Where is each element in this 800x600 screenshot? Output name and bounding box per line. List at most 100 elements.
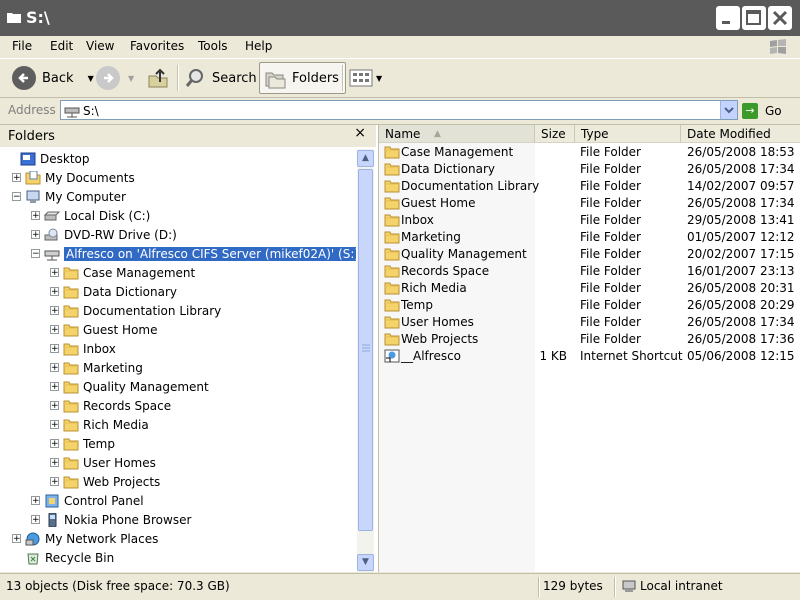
file-row[interactable]: User Homes File Folder 26/05/2008 17:34: [379, 314, 800, 331]
file-row[interactable]: Documentation Library File Folder 14/02/20…: [379, 178, 800, 195]
tree-item[interactable]: + Case Management: [50, 263, 195, 282]
expand-icon[interactable]: +: [50, 363, 59, 373]
address-input[interactable]: S:\: [60, 100, 738, 120]
tree-item[interactable]: + My Network Places: [12, 529, 158, 548]
tree-item[interactable]: + Guest Home: [50, 320, 158, 339]
expand-icon[interactable]: +: [50, 325, 59, 335]
address-dropdown-button[interactable]: [720, 101, 737, 119]
folders-button[interactable]: Folders: [259, 62, 346, 94]
expand-icon[interactable]: +: [12, 534, 21, 544]
tree-item[interactable]: + Temp: [50, 434, 115, 453]
expand-icon[interactable]: +: [50, 306, 59, 316]
expand-icon[interactable]: +: [31, 211, 40, 221]
tree-item[interactable]: + DVD-RW Drive (D:): [31, 225, 177, 244]
file-date-modified: 26/05/2008 17:34: [687, 162, 795, 176]
scroll-up-button[interactable]: ▲: [357, 150, 374, 167]
go-button[interactable]: → Go: [742, 102, 782, 120]
menu-favorites[interactable]: Favorites: [130, 39, 184, 53]
maximize-button[interactable]: [742, 6, 766, 30]
tree-item[interactable]: + Web Projects: [50, 472, 160, 491]
expand-icon[interactable]: +: [50, 287, 59, 297]
expand-icon[interactable]: +: [50, 344, 59, 354]
tree-item[interactable]: Desktop: [7, 149, 90, 168]
file-row[interactable]: Rich Media File Folder 26/05/2008 20:31: [379, 280, 800, 297]
tree-item[interactable]: + Local Disk (C:): [31, 206, 150, 225]
back-button[interactable]: Back ▼: [12, 63, 94, 93]
menu-view[interactable]: View: [86, 39, 114, 53]
expand-icon[interactable]: +: [50, 458, 59, 468]
expand-icon[interactable]: +: [31, 515, 40, 525]
expand-icon[interactable]: +: [50, 401, 59, 411]
file-row[interactable]: Inbox File Folder 29/05/2008 13:41: [379, 212, 800, 229]
column-header-type[interactable]: Type: [575, 125, 681, 143]
forward-dropdown-icon[interactable]: ▼: [128, 74, 134, 83]
menu-tools[interactable]: Tools: [198, 39, 228, 53]
folder-icon: [63, 323, 79, 337]
expand-icon[interactable]: +: [50, 382, 59, 392]
expand-icon[interactable]: +: [12, 173, 21, 183]
file-row[interactable]: Records Space File Folder 16/01/2007 23:13: [379, 263, 800, 280]
collapse-icon[interactable]: −: [12, 192, 21, 202]
tree-item[interactable]: + Documentation Library: [50, 301, 221, 320]
file-type: File Folder: [580, 264, 641, 278]
file-row[interactable]: Marketing File Folder 01/05/2007 12:12: [379, 229, 800, 246]
tree-item-label: Marketing: [83, 360, 143, 375]
scroll-thumb[interactable]: [358, 169, 373, 531]
grip-icon: [362, 344, 370, 352]
views-button[interactable]: ▼: [349, 63, 382, 93]
close-button[interactable]: [768, 6, 792, 30]
window-title: S:\: [26, 8, 50, 27]
go-label: Go: [765, 104, 782, 118]
tree-scrollbar[interactable]: ▲ ▼: [357, 149, 374, 572]
tree-item[interactable]: + Control Panel: [31, 491, 144, 510]
expand-icon[interactable]: +: [50, 268, 59, 278]
tree-item[interactable]: + Nokia Phone Browser: [31, 510, 191, 529]
close-pane-icon[interactable]: ×: [354, 125, 366, 141]
column-header-date-modified[interactable]: Date Modified: [681, 125, 800, 143]
menu-edit[interactable]: Edit: [50, 39, 73, 53]
tree-item[interactable]: + My Documents: [12, 168, 135, 187]
file-row[interactable]: Case Management File Folder 26/05/2008 18:…: [379, 144, 800, 161]
file-name: __Alfresco: [401, 349, 462, 363]
tree-item[interactable]: + Rich Media: [50, 415, 149, 434]
address-bar: Address S:\ → Go: [0, 98, 800, 125]
column-header-size[interactable]: Size: [535, 125, 575, 143]
expand-icon[interactable]: +: [31, 496, 40, 506]
file-row[interactable]: Data Dictionary File Folder 26/05/2008 17:…: [379, 161, 800, 178]
tree-item[interactable]: + Data Dictionary: [50, 282, 177, 301]
tree-item-label: Temp: [83, 436, 115, 451]
expand-icon[interactable]: +: [31, 230, 40, 240]
file-row[interactable]: Guest Home File Folder 26/05/2008 17:34: [379, 195, 800, 212]
network-drive-icon: [44, 247, 60, 261]
file-row[interactable]: Quality Management File Folder 20/02/2007 …: [379, 246, 800, 263]
menu-help[interactable]: Help: [245, 39, 272, 53]
column-header-name[interactable]: Name ▲: [379, 125, 535, 143]
expand-icon[interactable]: +: [50, 439, 59, 449]
tree-item[interactable]: + Marketing: [50, 358, 143, 377]
expand-icon[interactable]: +: [50, 420, 59, 430]
tree-item-label: Alfresco on 'Alfresco CIFS Server (mikef…: [64, 246, 356, 261]
tree-item[interactable]: + User Homes: [50, 453, 156, 472]
file-row[interactable]: Web Projects File Folder 26/05/2008 17:36: [379, 331, 800, 348]
tree-item[interactable]: + Records Space: [50, 396, 171, 415]
tree-item[interactable]: − My Computer: [12, 187, 126, 206]
tree-item[interactable]: Recycle Bin: [12, 548, 114, 567]
up-folder-button[interactable]: [146, 63, 170, 93]
file-row[interactable]: __Alfresco 1 KB Internet Shortcut 05/06/200…: [379, 348, 800, 365]
minimize-button[interactable]: [716, 6, 740, 30]
title-bar[interactable]: S:\: [0, 0, 800, 36]
phone-icon: [44, 512, 60, 527]
tree-item[interactable]: + Quality Management: [50, 377, 209, 396]
expand-icon[interactable]: +: [50, 477, 59, 487]
file-row[interactable]: Temp File Folder 26/05/2008 20:29: [379, 297, 800, 314]
forward-button[interactable]: ▼: [96, 63, 134, 93]
search-button[interactable]: Search: [184, 63, 257, 93]
collapse-icon[interactable]: −: [31, 249, 40, 259]
tree-item[interactable]: + Inbox: [50, 339, 116, 358]
tree-item[interactable]: − Alfresco on 'Alfresco CIFS Server (mike…: [31, 244, 356, 263]
scroll-down-button[interactable]: ▼: [357, 554, 374, 571]
file-type: File Folder: [580, 247, 641, 261]
file-name: Quality Management: [401, 247, 527, 261]
menu-file[interactable]: File: [12, 39, 32, 53]
back-dropdown-icon[interactable]: ▼: [88, 74, 94, 83]
